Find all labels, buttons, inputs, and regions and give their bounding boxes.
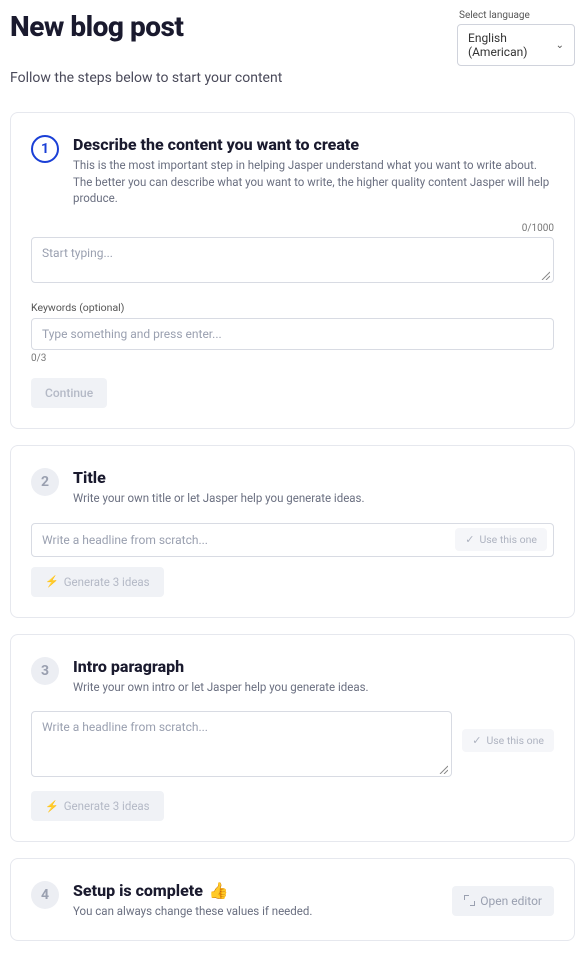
open-editor-label: Open editor — [480, 894, 542, 908]
check-icon: ✓ — [465, 533, 474, 546]
chevron-down-icon: ⌄ — [556, 40, 564, 51]
generate-intro-ideas-button[interactable]: ⚡ Generate 3 ideas — [31, 791, 164, 821]
check-icon: ✓ — [472, 734, 481, 747]
continue-button[interactable]: Continue — [31, 378, 107, 408]
intro-input[interactable] — [31, 711, 452, 777]
step-2-title: Title — [73, 468, 365, 487]
language-label: Select language — [457, 10, 575, 21]
use-this-title-button[interactable]: ✓ Use this one — [455, 528, 547, 551]
use-this-intro-button[interactable]: ✓ Use this one — [462, 729, 554, 752]
page-title: New blog post — [10, 10, 183, 43]
content-description-input[interactable] — [31, 237, 554, 283]
keywords-counter: 0/3 — [31, 353, 554, 364]
thumbs-up-icon: 👍 — [209, 881, 229, 900]
bolt-icon: ⚡ — [45, 800, 59, 813]
language-selected: English (American) — [468, 31, 556, 59]
use-this-label: Use this one — [479, 533, 537, 546]
page-subtitle: Follow the steps below to start your con… — [10, 70, 575, 86]
step-3-number: 3 — [31, 657, 59, 685]
step-1-title: Describe the content you want to create — [73, 135, 554, 154]
step-1-desc: This is the most important step in helpi… — [73, 157, 554, 207]
step-4-card: 4 Setup is complete 👍 You can always cha… — [10, 858, 575, 941]
keywords-label: Keywords (optional) — [31, 301, 554, 314]
generate-label: Generate 3 ideas — [64, 575, 150, 589]
step-2-number: 2 — [31, 468, 59, 496]
step-3-desc: Write your own intro or let Jasper help … — [73, 679, 369, 696]
step-4-title: Setup is complete — [73, 881, 203, 900]
char-counter: 0/1000 — [31, 223, 554, 234]
open-editor-button[interactable]: Open editor — [452, 886, 554, 916]
step-3-card: 3 Intro paragraph Write your own intro o… — [10, 634, 575, 843]
step-4-number: 4 — [31, 881, 59, 909]
expand-icon — [464, 895, 475, 906]
step-2-card: 2 Title Write your own title or let Jasp… — [10, 445, 575, 618]
step-1-number: 1 — [31, 135, 59, 163]
step-1-card: 1 Describe the content you want to creat… — [10, 112, 575, 429]
step-3-title: Intro paragraph — [73, 657, 369, 676]
title-input[interactable] — [42, 528, 455, 552]
keywords-input[interactable] — [31, 318, 554, 350]
step-2-desc: Write your own title or let Jasper help … — [73, 490, 365, 507]
bolt-icon: ⚡ — [45, 575, 59, 588]
use-this-label: Use this one — [486, 734, 544, 747]
generate-title-ideas-button[interactable]: ⚡ Generate 3 ideas — [31, 567, 164, 597]
language-select[interactable]: English (American) ⌄ — [457, 24, 575, 66]
generate-label: Generate 3 ideas — [64, 799, 150, 813]
